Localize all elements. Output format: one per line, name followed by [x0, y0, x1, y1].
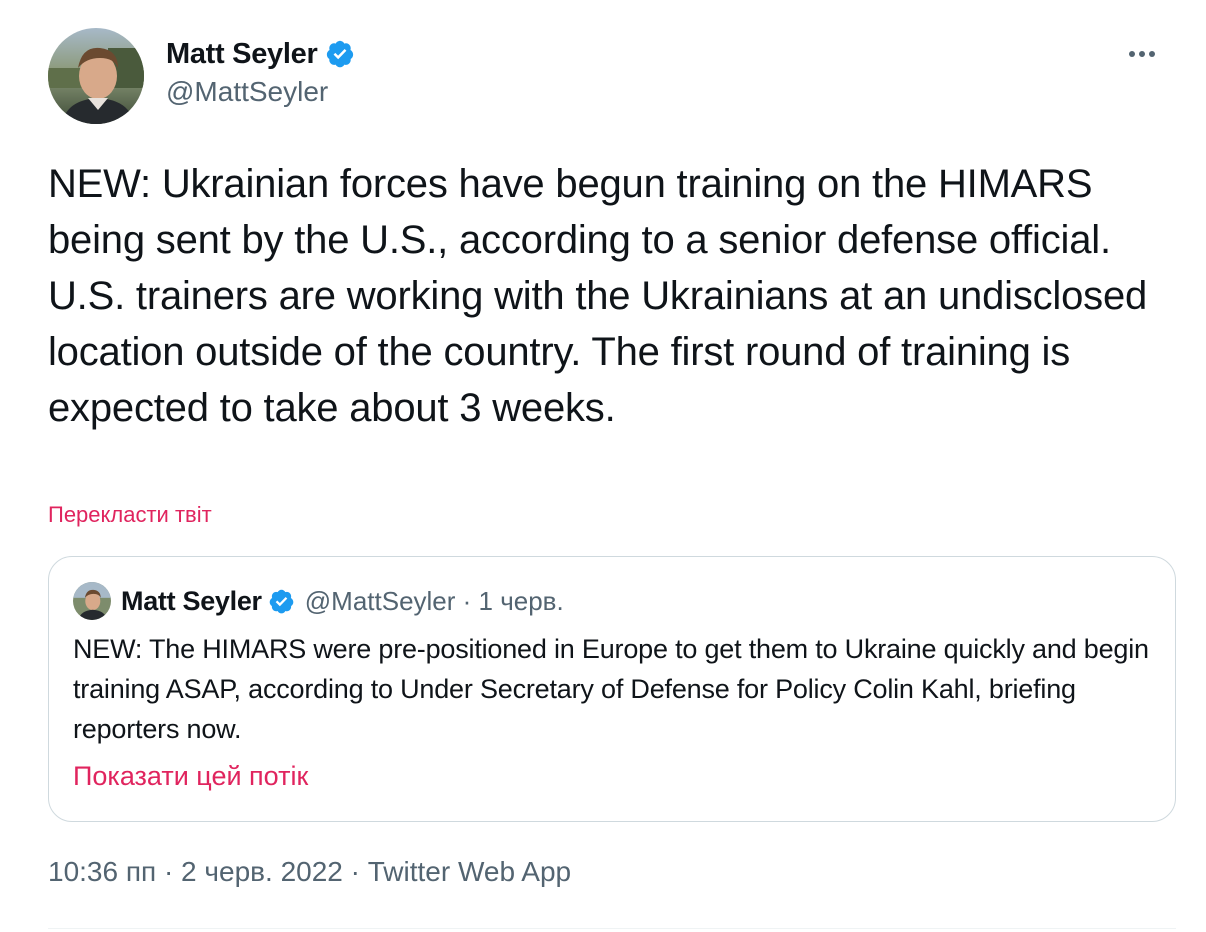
author-handle[interactable]: @MattSeyler	[166, 76, 355, 108]
more-horizontal-icon[interactable]	[1122, 38, 1162, 70]
translate-tweet-link[interactable]: Перекласти твіт	[48, 502, 212, 528]
avatar[interactable]	[48, 28, 144, 124]
tweet: Matt Seyler @MattSeyler NEW: Ukrainian f…	[0, 0, 1206, 932]
author-name[interactable]: Matt Seyler	[166, 38, 318, 71]
quoted-tweet[interactable]: Matt Seyler @MattSeyler · 1 черв. NEW: T…	[48, 556, 1176, 822]
verified-badge-icon	[268, 588, 295, 615]
tweet-timestamp[interactable]: 10:36 пп · 2 черв. 2022 · Twitter Web Ap…	[48, 856, 571, 888]
more-dot	[1129, 51, 1135, 57]
avatar-photo	[48, 28, 144, 124]
more-dot	[1149, 51, 1155, 57]
quoted-tweet-text: NEW: The HIMARS were pre-positioned in E…	[73, 634, 1149, 744]
quoted-tweet-header: Matt Seyler @MattSeyler · 1 черв.	[73, 581, 564, 621]
quoted-avatar	[73, 582, 111, 620]
quoted-author-name: Matt Seyler	[121, 585, 262, 616]
tweet-text: NEW: Ukrainian forces have begun trainin…	[48, 162, 1148, 430]
quoted-author-meta: @MattSeyler · 1 черв.	[304, 585, 564, 616]
more-dot	[1139, 51, 1145, 57]
author-block: Matt Seyler @MattSeyler	[166, 36, 355, 108]
divider	[48, 928, 1176, 929]
show-thread-link[interactable]: Показати цей потік	[73, 761, 308, 792]
verified-badge-icon	[325, 39, 355, 69]
author-name-row: Matt Seyler	[166, 36, 355, 72]
quoted-avatar-photo	[73, 582, 111, 620]
